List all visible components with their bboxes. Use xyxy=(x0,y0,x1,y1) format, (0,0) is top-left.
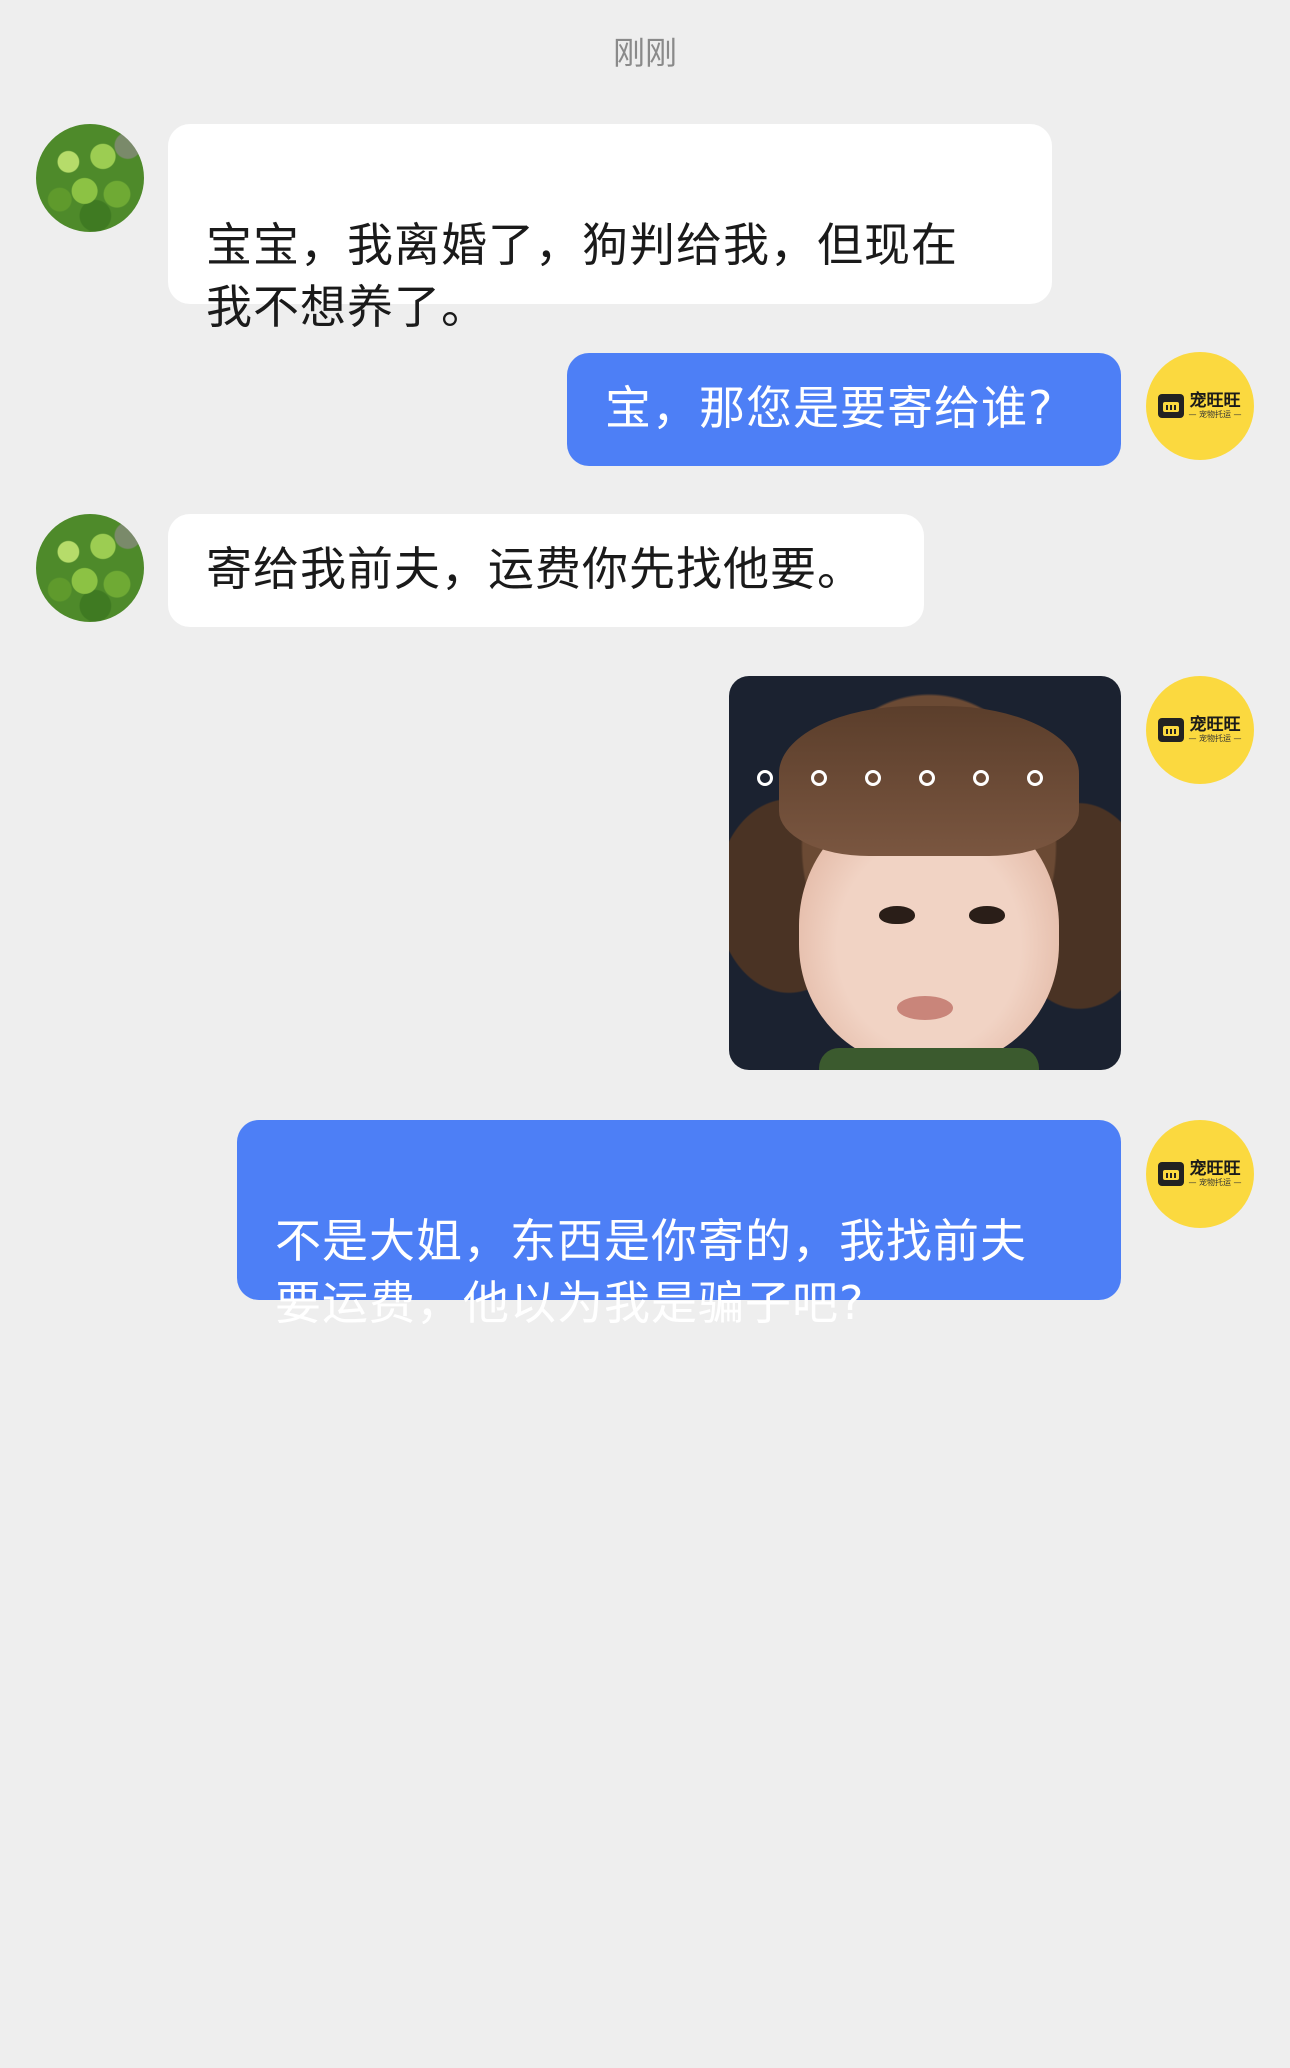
shop-name: 宠旺旺 xyxy=(1189,1159,1241,1179)
message-bubble-incoming[interactable]: 寄给我前夫，运费你先找他要。 xyxy=(168,514,924,627)
customer-avatar[interactable] xyxy=(36,124,144,232)
shop-avatar[interactable]: 宠旺旺 — 宠物托运 — xyxy=(1146,352,1254,460)
pet-carrier-icon xyxy=(1158,1162,1185,1186)
shop-name: 宠旺旺 xyxy=(1189,715,1241,735)
message-bubble-outgoing[interactable]: 不是大姐，东西是你寄的，我找前夫 要运费，他以为我是骗子吧? xyxy=(237,1120,1121,1330)
customer-avatar[interactable] xyxy=(36,514,144,622)
shop-avatar[interactable]: 宠旺旺 — 宠物托运 — xyxy=(1146,1120,1254,1228)
shop-logo: 宠旺旺 — 宠物托运 — xyxy=(1158,1159,1242,1188)
shop-logo: 宠旺旺 — 宠物托运 — xyxy=(1158,715,1242,744)
timestamp: 刚刚 xyxy=(612,34,677,72)
shop-subtitle: — 宠物托运 — xyxy=(1188,410,1242,419)
shop-subtitle: — 宠物托运 — xyxy=(1188,1178,1242,1187)
shop-avatar[interactable]: 宠旺旺 — 宠物托运 — xyxy=(1146,676,1254,784)
pet-carrier-icon xyxy=(1158,718,1185,742)
shop-subtitle: — 宠物托运 — xyxy=(1188,734,1242,743)
message-bubble-incoming[interactable]: 宝宝，我离婚了，狗判给我，但现在 我不想养了。 xyxy=(168,124,1052,334)
message-text: 宝宝，我离婚了，狗判给我，但现在 我不想养了。 xyxy=(206,218,958,334)
ellipsis-dots xyxy=(757,770,1043,786)
sticker-image[interactable] xyxy=(729,676,1121,1070)
message-text: 寄给我前夫，运费你先找他要。 xyxy=(206,542,864,596)
message-text: 不是大姐，东西是你寄的，我找前夫 要运费，他以为我是骗子吧? xyxy=(275,1214,1027,1330)
shop-logo: 宠旺旺 — 宠物托运 — xyxy=(1158,391,1242,420)
shop-name: 宠旺旺 xyxy=(1189,391,1241,411)
message-text: 宝，那您是要寄给谁? xyxy=(605,381,1054,435)
pet-carrier-icon xyxy=(1158,394,1185,418)
message-bubble-outgoing[interactable]: 宝，那您是要寄给谁? xyxy=(567,353,1121,466)
